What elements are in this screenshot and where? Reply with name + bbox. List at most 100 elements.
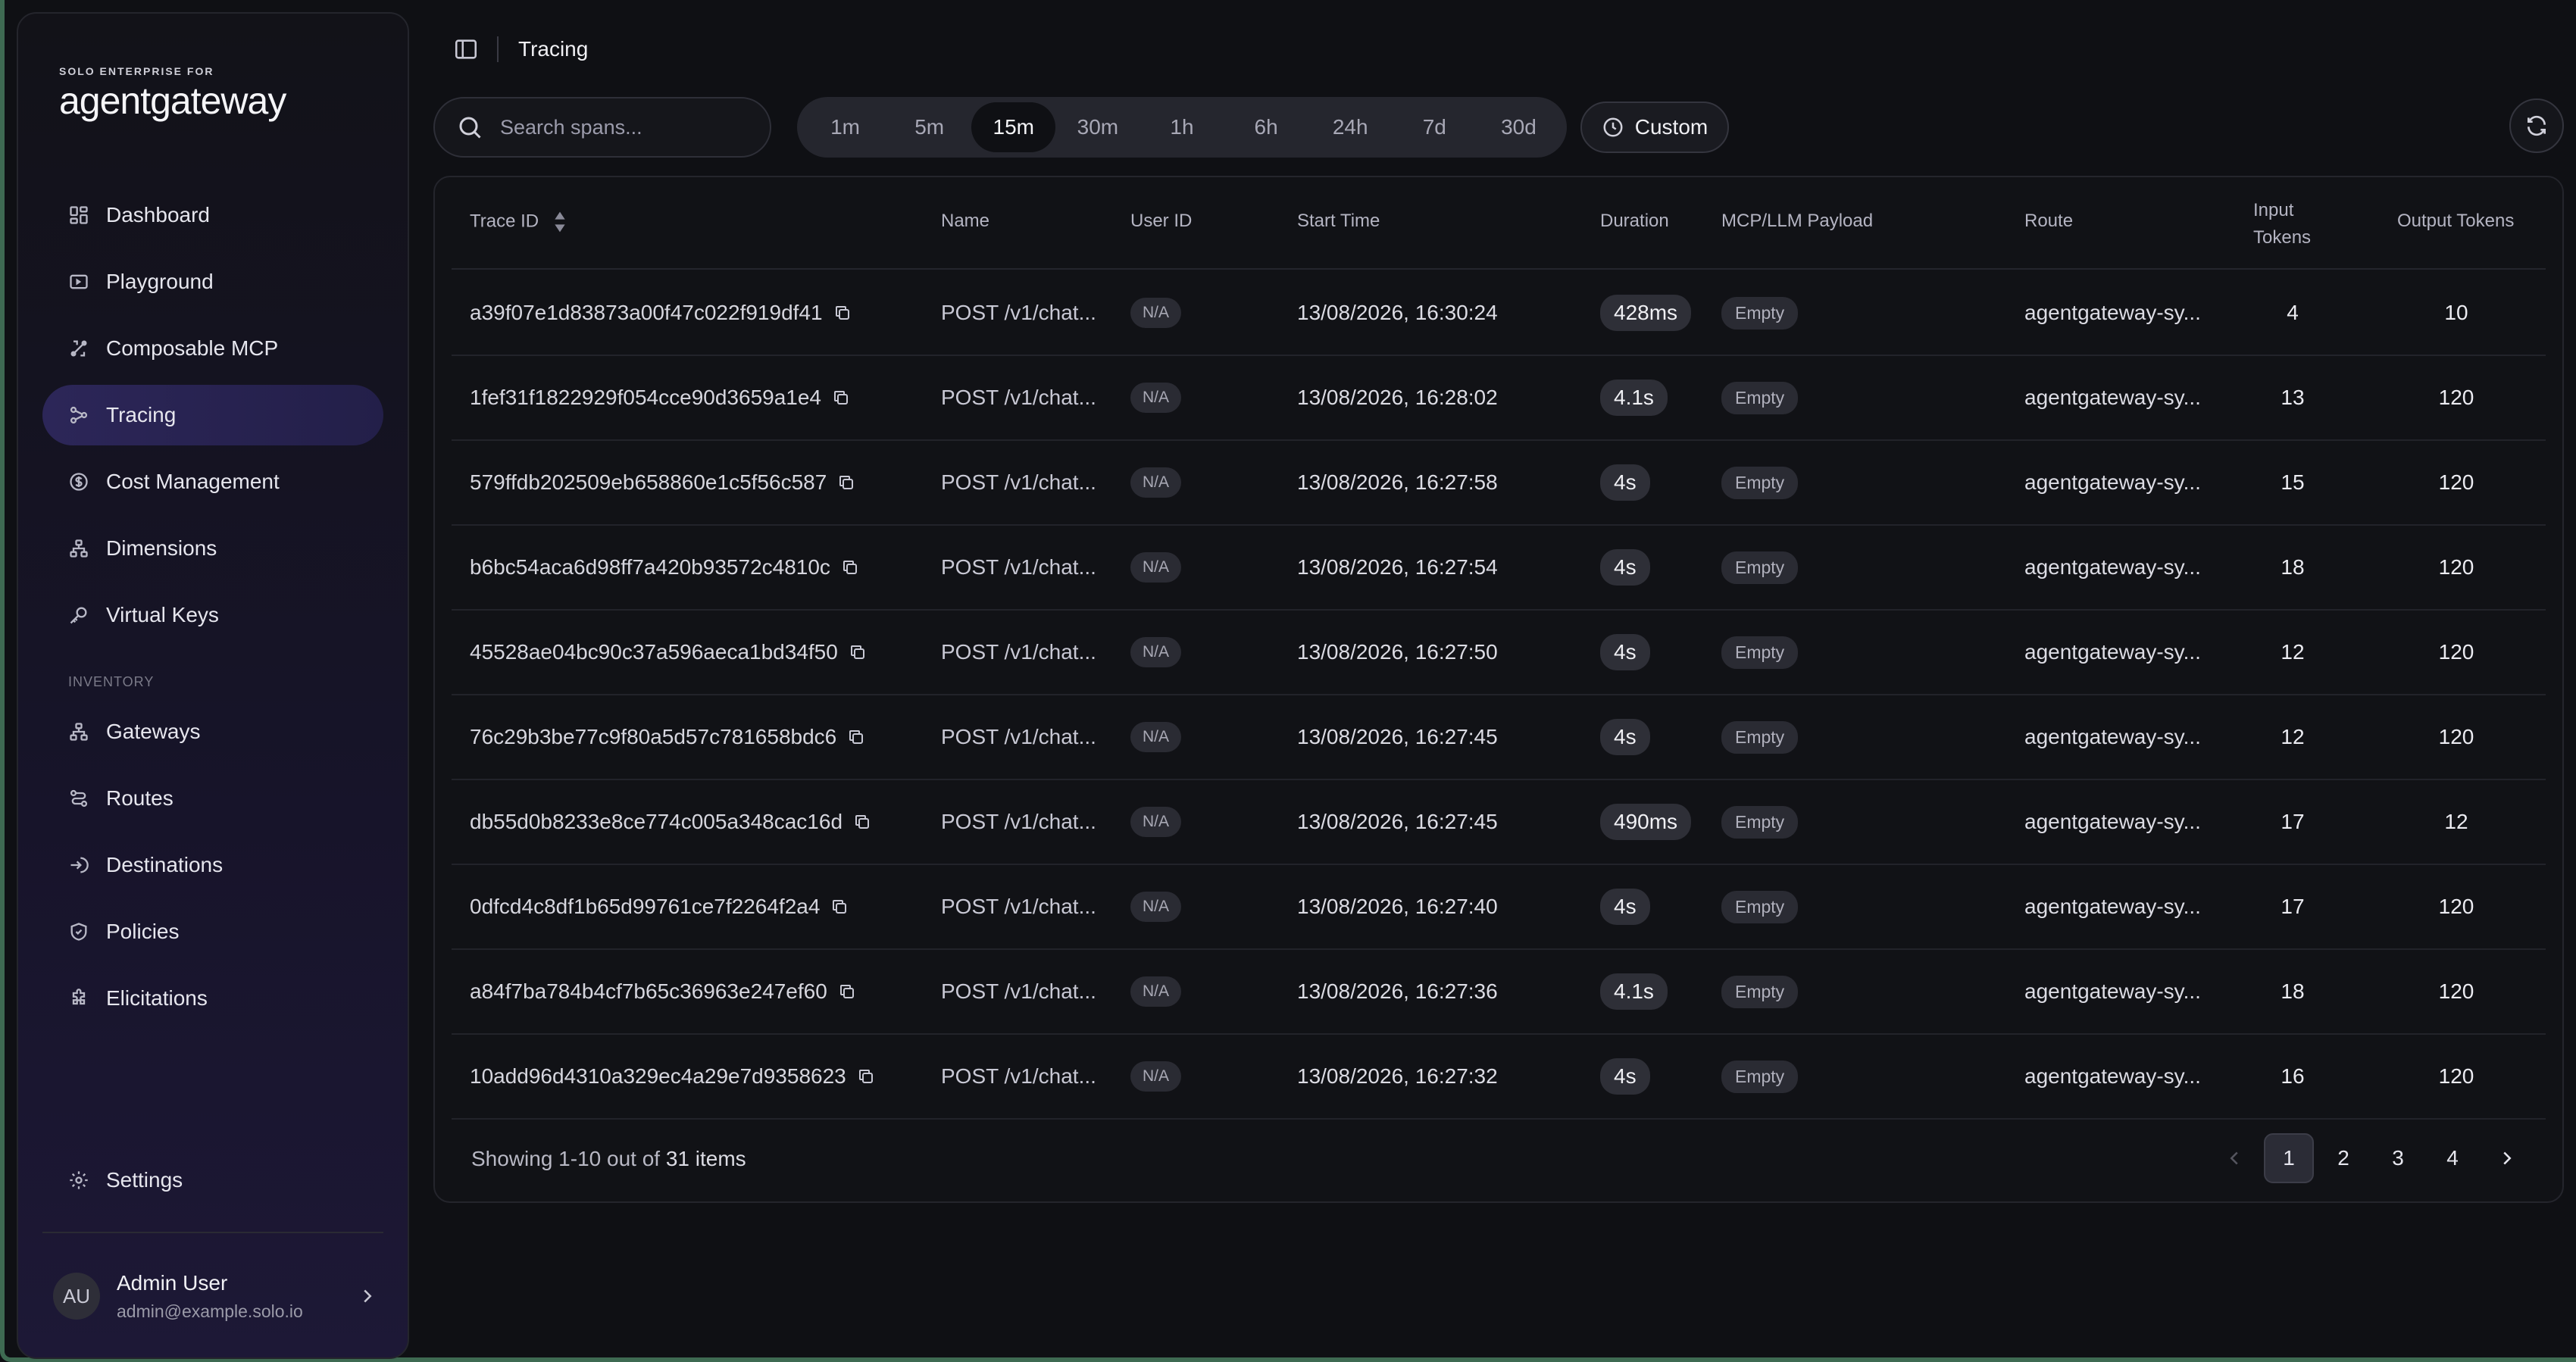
pagination-prefix: Showing 1-10 out of xyxy=(471,1147,661,1170)
user-id-cell: N/A xyxy=(1130,441,1182,524)
duration-badge: 4s xyxy=(1600,549,1650,586)
search-input[interactable] xyxy=(500,115,758,139)
table-row[interactable]: a39f07e1d83873a00f47c022f919df41 POST /v1… xyxy=(452,271,2546,356)
sidebar-item-tracing[interactable]: Tracing xyxy=(42,385,383,445)
page-1-button[interactable]: 1 xyxy=(2264,1133,2314,1183)
trace-id[interactable]: 1fef31f1822929f054cce90d3659a1e4 xyxy=(470,386,821,410)
copy-icon[interactable] xyxy=(830,898,849,916)
range-30d[interactable]: 30d xyxy=(1477,102,1561,152)
sidebar-item-virtual-keys[interactable]: Virtual Keys xyxy=(42,585,383,645)
trace-id-cell: a39f07e1d83873a00f47c022f919df41 xyxy=(470,271,852,355)
trace-id-cell: 76c29b3be77c9f80a5d57c781658bdc6 xyxy=(470,695,865,779)
sidebar-item-dimensions[interactable]: Dimensions xyxy=(42,518,383,579)
range-24h[interactable]: 24h xyxy=(1308,102,1393,152)
range-6h[interactable]: 6h xyxy=(1224,102,1308,152)
route: agentgateway-sy... xyxy=(2024,725,2201,748)
table-row[interactable]: 76c29b3be77c9f80a5d57c781658bdc6 POST /v1… xyxy=(452,695,2546,780)
table-row[interactable]: a84f7ba784b4cf7b65c36963e247ef60 POST /v1… xyxy=(452,950,2546,1035)
table-row[interactable]: 1fef31f1822929f054cce90d3659a1e4 POST /v1… xyxy=(452,356,2546,441)
span-name: POST /v1/chat... xyxy=(941,1064,1096,1088)
sidebar-item-routes[interactable]: Routes xyxy=(42,768,383,829)
table-row[interactable]: 579ffdb202509eb658860e1c5f56c587 POST /v1… xyxy=(452,441,2546,526)
range-1h[interactable]: 1h xyxy=(1140,102,1224,152)
next-page-button[interactable] xyxy=(2482,1133,2532,1183)
search-box[interactable] xyxy=(433,97,771,158)
refresh-button[interactable] xyxy=(2509,98,2564,153)
table-header: Trace ID Name User ID Start Time Duratio… xyxy=(452,177,2546,270)
span-name: POST /v1/chat... xyxy=(941,386,1096,409)
table-row[interactable]: b6bc54aca6d98ff7a420b93572c4810c POST /v1… xyxy=(452,526,2546,611)
col-user-id: User ID xyxy=(1130,211,1193,231)
col-duration: Duration xyxy=(1600,211,1669,231)
route: agentgateway-sy... xyxy=(2024,386,2201,409)
col-trace-id[interactable]: Trace ID xyxy=(470,211,568,233)
page-2-button[interactable]: 2 xyxy=(2318,1133,2368,1183)
chevron-right-icon xyxy=(2503,1151,2512,1165)
gear-icon xyxy=(68,1170,89,1191)
span-name: POST /v1/chat... xyxy=(941,470,1096,494)
trace-id-cell: 45528ae04bc90c37a596aeca1bd34f50 xyxy=(470,611,867,694)
copy-icon[interactable] xyxy=(853,813,871,831)
trace-id[interactable]: a39f07e1d83873a00f47c022f919df41 xyxy=(470,301,823,325)
trace-id[interactable]: 45528ae04bc90c37a596aeca1bd34f50 xyxy=(470,640,838,664)
copy-icon[interactable] xyxy=(849,643,867,661)
payload-badge: Empty xyxy=(1721,296,1799,330)
table-row[interactable]: 0dfcd4c8df1b65d99761ce7f2264f2a4 POST /v1… xyxy=(452,865,2546,950)
copy-icon[interactable] xyxy=(832,389,850,407)
copy-icon[interactable] xyxy=(838,982,856,1001)
route: agentgateway-sy... xyxy=(2024,979,2201,1003)
sidebar-item-elicitations[interactable]: Elicitations xyxy=(42,968,383,1029)
sidebar-item-gateways[interactable]: Gateways xyxy=(42,701,383,762)
user-menu[interactable]: AU Admin User admin@example.solo.io xyxy=(53,1262,379,1330)
tracing-icon xyxy=(68,405,89,426)
route: agentgateway-sy... xyxy=(2024,470,2201,494)
table-row[interactable]: 10add96d4310a329ec4a29e7d9358623 POST /v1… xyxy=(452,1035,2546,1120)
copy-icon[interactable] xyxy=(841,558,859,576)
table-row[interactable]: db55d0b8233e8ce774c005a348cac16d POST /v1… xyxy=(452,780,2546,865)
trace-id[interactable]: b6bc54aca6d98ff7a420b93572c4810c xyxy=(470,555,830,579)
range-5m[interactable]: 5m xyxy=(887,102,971,152)
sidebar-toggle-icon[interactable] xyxy=(453,36,479,62)
sidebar-item-policies[interactable]: Policies xyxy=(42,901,383,962)
sidebar-item-playground[interactable]: Playground xyxy=(42,251,383,312)
span-name: POST /v1/chat... xyxy=(941,725,1096,748)
trace-id[interactable]: a84f7ba784b4cf7b65c36963e247ef60 xyxy=(470,979,827,1004)
user-id-badge: N/A xyxy=(1130,1061,1182,1092)
input-tokens: 17 xyxy=(2281,895,2305,918)
brand-logo[interactable]: SOLO ENTERPRISE FOR agentgateway xyxy=(59,65,286,123)
span-name: POST /v1/chat... xyxy=(941,810,1096,833)
trace-id[interactable]: 579ffdb202509eb658860e1c5f56c587 xyxy=(470,470,827,495)
duration-cell: 4s xyxy=(1600,526,1650,609)
range-7d[interactable]: 7d xyxy=(1393,102,1477,152)
copy-icon[interactable] xyxy=(833,304,852,322)
range-1m[interactable]: 1m xyxy=(803,102,887,152)
search-icon xyxy=(459,117,481,139)
sidebar-item-label: Policies xyxy=(106,920,180,943)
sidebar-item-cost-management[interactable]: Cost Management xyxy=(42,451,383,512)
table-row[interactable]: 45528ae04bc90c37a596aeca1bd34f50 POST /v1… xyxy=(452,611,2546,695)
prev-page-button[interactable] xyxy=(2209,1133,2259,1183)
payload-badge: Empty xyxy=(1721,720,1799,754)
start-time: 13/08/2026, 16:27:58 xyxy=(1297,470,1498,494)
sidebar-item-dashboard[interactable]: Dashboard xyxy=(42,185,383,245)
duration-badge: 428ms xyxy=(1600,295,1692,331)
trace-id[interactable]: 10add96d4310a329ec4a29e7d9358623 xyxy=(470,1064,846,1089)
page-3-button[interactable]: 3 xyxy=(2373,1133,2423,1183)
sidebar-item-settings[interactable]: Settings xyxy=(42,1150,383,1210)
breadcrumb: Tracing xyxy=(518,37,589,61)
copy-icon[interactable] xyxy=(837,473,855,492)
copy-icon[interactable] xyxy=(857,1067,875,1086)
copy-icon[interactable] xyxy=(847,728,865,746)
trace-id[interactable]: 76c29b3be77c9f80a5d57c781658bdc6 xyxy=(470,725,836,749)
range-15m[interactable]: 15m xyxy=(971,102,1056,152)
trace-id[interactable]: db55d0b8233e8ce774c005a348cac16d xyxy=(470,810,843,834)
col-name: Name xyxy=(941,211,990,231)
sort-icon[interactable] xyxy=(552,211,568,233)
sidebar-item-destinations[interactable]: Destinations xyxy=(42,835,383,895)
sidebar-item-composable-mcp[interactable]: Composable MCP xyxy=(42,318,383,379)
start-time: 13/08/2026, 16:27:40 xyxy=(1297,895,1498,918)
custom-range-button[interactable]: Custom xyxy=(1580,102,1729,153)
range-30m[interactable]: 30m xyxy=(1055,102,1140,152)
page-4-button[interactable]: 4 xyxy=(2428,1133,2478,1183)
trace-id[interactable]: 0dfcd4c8df1b65d99761ce7f2264f2a4 xyxy=(470,895,820,919)
